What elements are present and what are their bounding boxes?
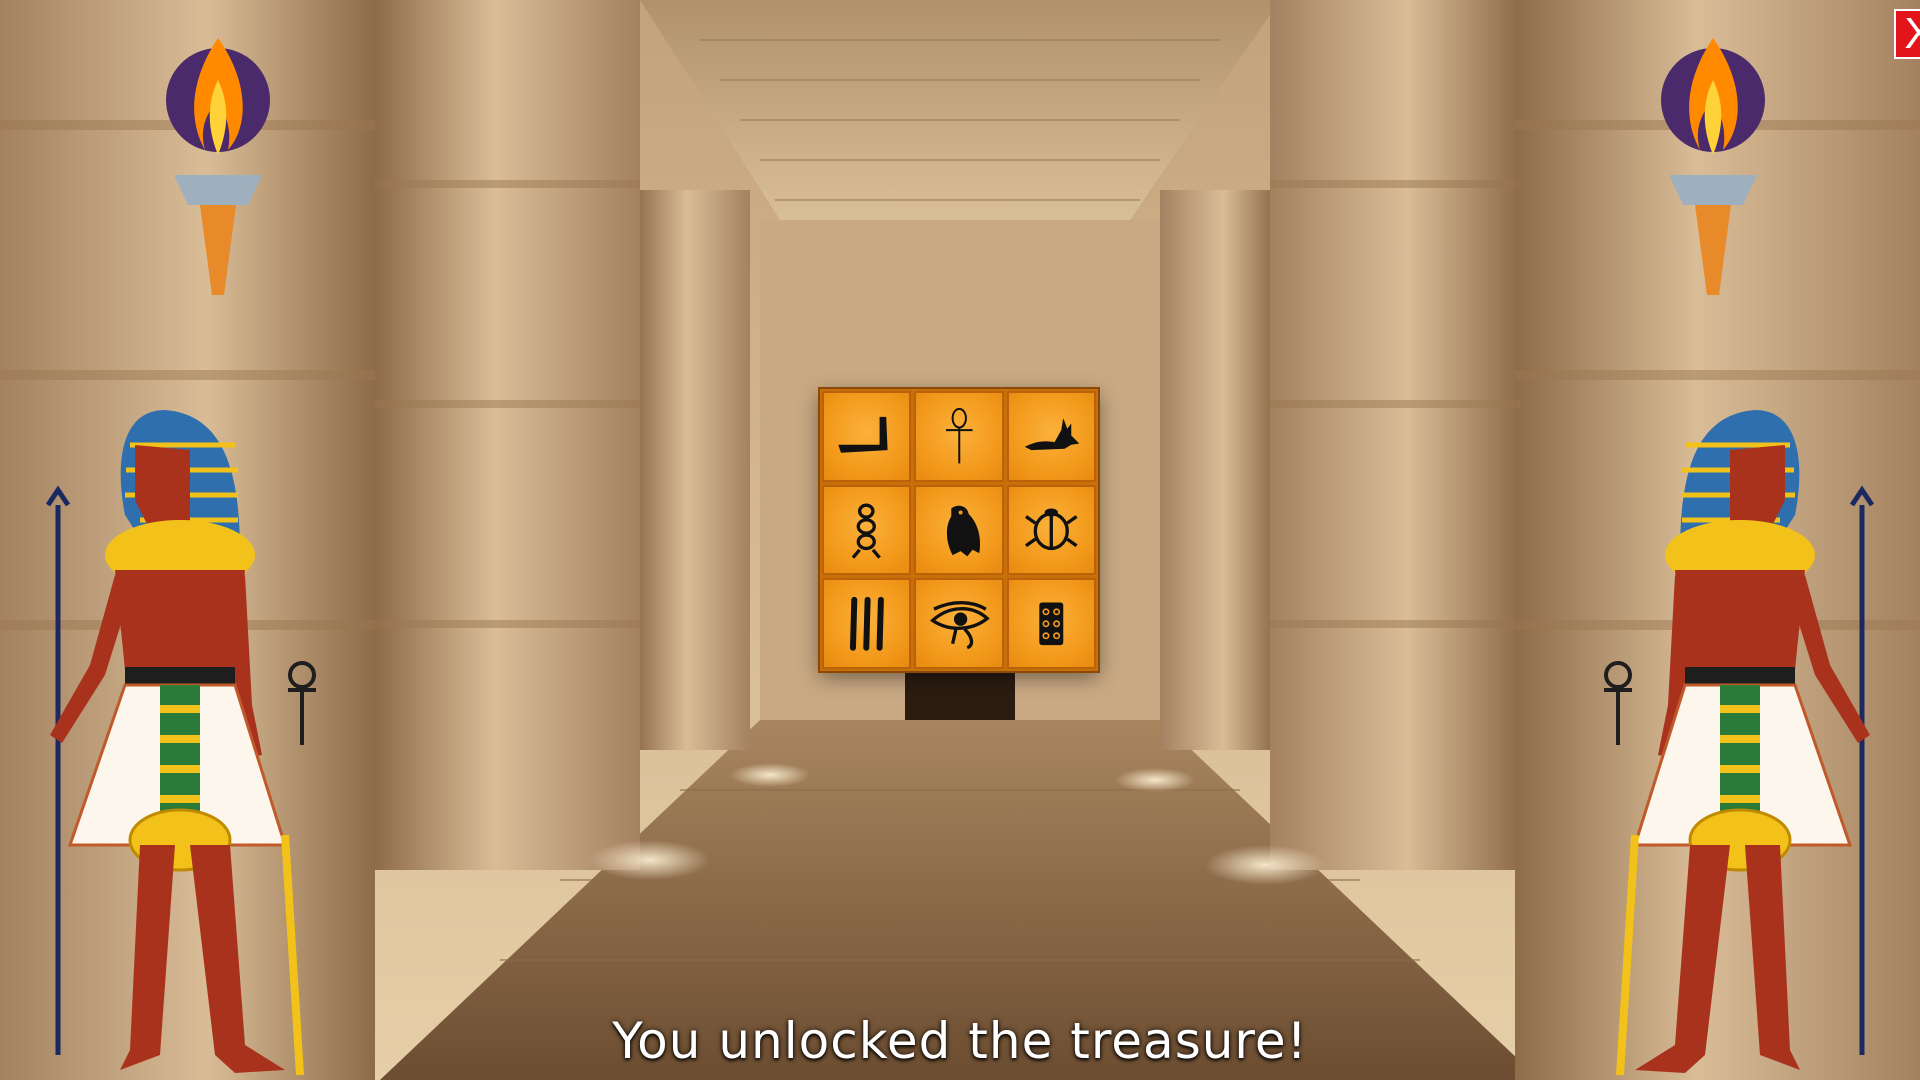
puzzle-tile-6[interactable] <box>1006 484 1096 576</box>
torch-right-icon <box>1661 38 1765 295</box>
hieroglyph-puzzle-grid <box>820 389 1098 671</box>
rope-coil-icon <box>852 503 882 559</box>
torch-left-icon <box>166 38 270 295</box>
six-dots-icon <box>1039 602 1064 645</box>
pharaoh-left-icon <box>45 410 316 1076</box>
scarab-icon <box>1025 508 1078 551</box>
puzzle-tile-7[interactable] <box>822 578 912 669</box>
puzzle-tile-9[interactable] <box>1006 578 1096 669</box>
success-message: You unlocked the treasure! <box>612 1012 1308 1070</box>
arm-hieroglyph-icon <box>838 416 888 453</box>
pharaoh-right-icon <box>1604 410 1875 1076</box>
puzzle-tile-8[interactable] <box>914 578 1004 669</box>
puzzle-tile-1[interactable] <box>822 391 912 482</box>
three-strokes-icon <box>850 596 885 651</box>
puzzle-tile-2[interactable] <box>914 391 1004 482</box>
eye-of-horus-icon <box>929 600 990 650</box>
ankh-icon <box>945 407 973 463</box>
close-button[interactable]: X <box>1894 9 1920 59</box>
puzzle-tile-3[interactable] <box>1006 391 1096 482</box>
jackal-icon <box>1024 417 1080 450</box>
owl-icon <box>946 505 980 557</box>
puzzle-tile-5[interactable] <box>914 484 1004 576</box>
puzzle-tile-4[interactable] <box>822 484 912 576</box>
